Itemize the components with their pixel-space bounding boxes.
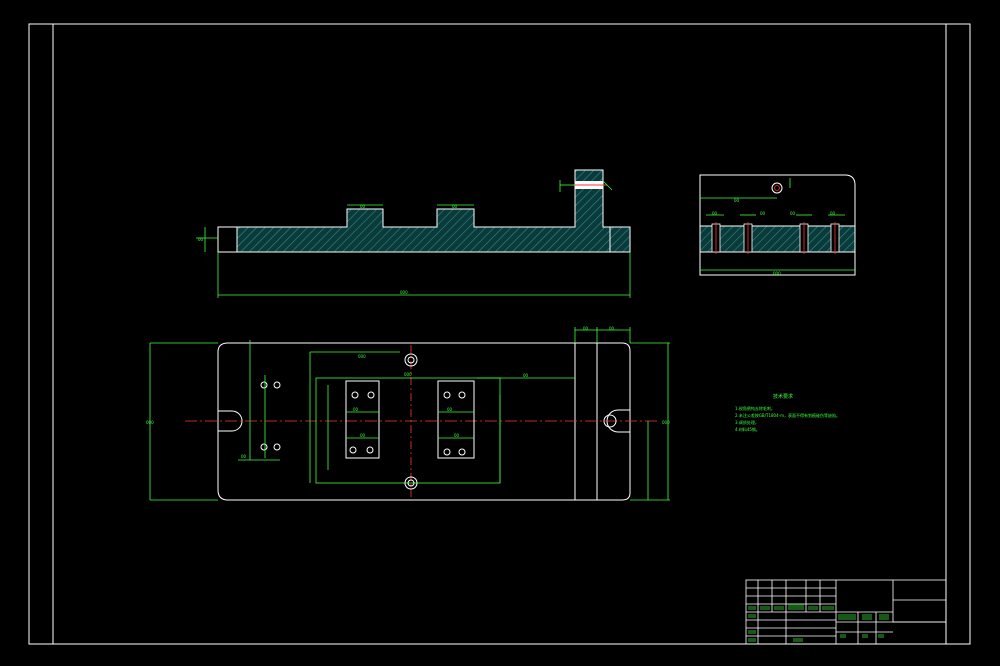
cad-viewport[interactable]: 000 00 00 00 000 00 00 00 00 00 000 000 … bbox=[0, 0, 1000, 666]
svg-text:1.锐角倒钝去除毛刺。: 1.锐角倒钝去除毛刺。 bbox=[735, 405, 775, 411]
inner-border bbox=[52, 23, 947, 645]
front-view[interactable]: 000 00 00 00 bbox=[196, 169, 631, 298]
svg-text:00: 00 bbox=[454, 433, 460, 438]
svg-text:00: 00 bbox=[523, 373, 529, 378]
svg-text:000: 000 bbox=[146, 420, 154, 425]
front-view-left-block bbox=[217, 226, 238, 253]
svg-text:00: 00 bbox=[360, 433, 366, 438]
svg-text:00: 00 bbox=[452, 204, 458, 209]
svg-text:000: 000 bbox=[400, 290, 408, 295]
svg-text:00: 00 bbox=[198, 237, 204, 242]
plan-dimensions bbox=[149, 327, 670, 501]
plan-view-outline bbox=[217, 342, 631, 501]
svg-text:00: 00 bbox=[241, 454, 247, 459]
side-view-hole bbox=[771, 182, 783, 194]
svg-text:00: 00 bbox=[760, 211, 766, 216]
svg-text:00: 00 bbox=[353, 407, 359, 412]
svg-text:00: 00 bbox=[447, 407, 453, 412]
svg-text:00: 00 bbox=[712, 211, 718, 216]
outer-border bbox=[28, 23, 971, 645]
front-view-section bbox=[236, 169, 631, 253]
svg-text:4.材料45钢。: 4.材料45钢。 bbox=[735, 426, 760, 432]
side-view-hole-inner bbox=[774, 185, 780, 191]
svg-text:000: 000 bbox=[358, 354, 366, 359]
svg-text:2.未注公差按GB/T1804-m，表面不得有划痕碰伤等缺陷: 2.未注公差按GB/T1804-m，表面不得有划痕碰伤等缺陷。 bbox=[735, 412, 840, 418]
plan-view[interactable]: 000 000 00 00 00 000 000 00 00 00 00 00 bbox=[146, 326, 670, 501]
svg-text:00: 00 bbox=[790, 211, 796, 216]
drawing-canvas[interactable]: 000 00 00 00 000 00 00 00 00 00 000 000 … bbox=[0, 0, 1000, 666]
svg-text:00: 00 bbox=[830, 211, 836, 216]
svg-text:00: 00 bbox=[609, 326, 615, 331]
svg-text:00: 00 bbox=[360, 204, 366, 209]
svg-text:00: 00 bbox=[734, 198, 740, 203]
svg-text:000: 000 bbox=[662, 420, 670, 425]
svg-text:3.调质处理。: 3.调质处理。 bbox=[735, 419, 759, 425]
svg-text:技术要求: 技术要求 bbox=[773, 393, 793, 400]
svg-text:000: 000 bbox=[773, 271, 781, 276]
technical-notes: 技术要求 1.锐角倒钝去除毛刺。 2.未注公差按GB/T1804-m，表面不得有… bbox=[735, 393, 840, 432]
svg-text:00: 00 bbox=[583, 326, 589, 331]
side-view[interactable]: 000 00 00 00 00 00 bbox=[699, 174, 856, 276]
svg-text:000: 000 bbox=[404, 372, 412, 377]
